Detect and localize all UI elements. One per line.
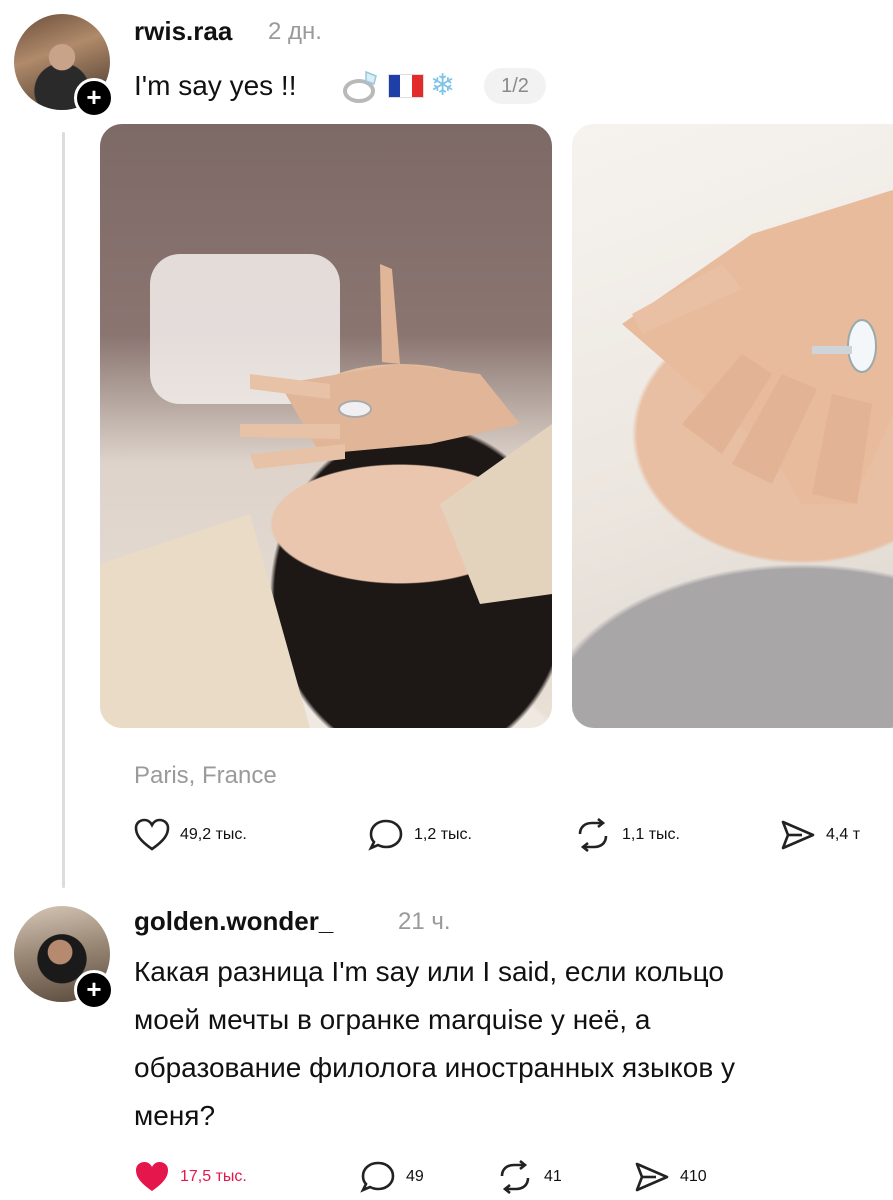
follow-plus-button[interactable]: + (74, 78, 114, 118)
repost-count: 41 (544, 1168, 562, 1185)
follow-plus-button[interactable]: + (74, 970, 114, 1010)
reply-actions-bar: 17,5 тыс. 49 41 410 (0, 1156, 893, 1200)
post-username[interactable]: rwis.raa (134, 16, 232, 47)
repost-icon (500, 1160, 530, 1194)
photo-illustration (100, 254, 552, 728)
post-timestamp: 2 дн. (268, 18, 322, 45)
post-emoji-row: ❄ (340, 66, 455, 106)
send-icon (781, 820, 815, 850)
post-text: I'm say yes !! (134, 70, 297, 101)
share-count: 4,4 т (826, 826, 861, 843)
post-actions-bar: 49,2 тыс. 1,2 тыс. 1,1 тыс. 4,4 т (0, 812, 893, 860)
comment-count: 1,2 тыс. (414, 826, 472, 843)
repost-button[interactable]: 1,1 тыс. (574, 818, 680, 852)
share-count: 410 (680, 1168, 707, 1185)
comment-button[interactable]: 49 (360, 1160, 424, 1194)
send-icon (635, 1162, 669, 1192)
ring-icon (343, 70, 377, 103)
repost-count: 1,1 тыс. (622, 826, 680, 843)
reply-text-line: Какая разница I'm say или I said, если к… (134, 956, 724, 987)
share-button[interactable]: 410 (634, 1160, 707, 1194)
reply-text-line: образование филолога иностранных языков … (134, 1052, 735, 1083)
post-photo-2[interactable] (572, 124, 893, 728)
snowflake-icon: ❄ (430, 69, 456, 102)
comment-bubble-icon (360, 1161, 395, 1193)
france-flag-icon (388, 74, 424, 98)
like-count: 49,2 тыс. (180, 826, 247, 843)
comment-bubble-icon (368, 819, 403, 851)
heart-icon (134, 818, 170, 851)
like-count: 17,5 тыс. (180, 1168, 247, 1185)
reply-text-line: моей мечты в огранке marquise у неё, а (134, 1004, 651, 1035)
reply-text-line: меня? (134, 1100, 216, 1131)
thread-connector-line (62, 132, 65, 888)
media-counter: 1/2 (484, 68, 546, 104)
reply-timestamp: 21 ч. (398, 908, 451, 935)
repost-button[interactable]: 41 (496, 1160, 562, 1194)
post-photo-1[interactable] (100, 124, 552, 728)
photo-illustration (622, 189, 893, 504)
like-button[interactable]: 17,5 тыс. (134, 1160, 247, 1194)
repost-icon (578, 818, 608, 852)
comment-button[interactable]: 1,2 тыс. (368, 818, 472, 852)
comment-count: 49 (406, 1168, 424, 1185)
heart-filled-icon (136, 1162, 168, 1191)
like-button[interactable]: 49,2 тыс. (134, 818, 247, 852)
post-location[interactable]: Paris, France (134, 762, 277, 790)
reply-username[interactable]: golden.wonder_ (134, 906, 333, 937)
share-button[interactable]: 4,4 т (780, 818, 860, 852)
